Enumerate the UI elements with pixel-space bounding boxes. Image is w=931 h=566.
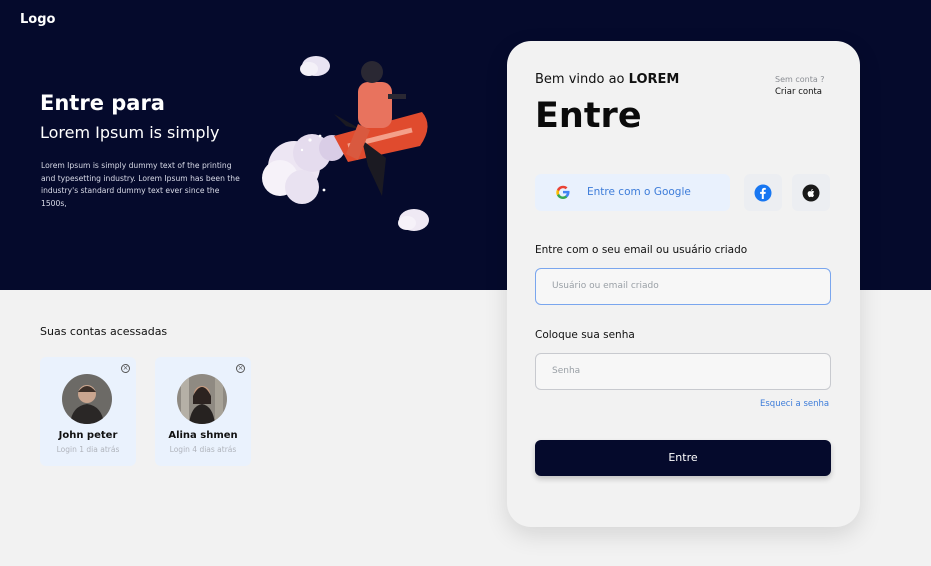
account-card[interactable]: × Alina shmen Login 4 dias atrás	[155, 357, 251, 466]
password-field-label: Coloque sua senha	[535, 329, 635, 341]
apple-login-button[interactable]	[792, 174, 830, 211]
user-field-label: Entre com o seu email ou usuário criado	[535, 244, 748, 256]
hero-title: Entre para	[40, 91, 165, 115]
signup-link[interactable]: Criar conta	[775, 87, 822, 97]
logo[interactable]: Logo	[20, 12, 55, 27]
account-card[interactable]: × John peter Login 1 dia atrás	[40, 357, 136, 466]
account-name: John peter	[58, 430, 118, 441]
close-icon[interactable]: ×	[236, 364, 245, 373]
hero-description: Lorem Ipsum is simply dummy text of the …	[41, 161, 240, 208]
avatar	[62, 374, 112, 424]
avatar	[177, 374, 227, 424]
forgot-password-link[interactable]: Esqueci a senha	[760, 399, 829, 409]
user-input[interactable]: Usuário ou email criado	[535, 268, 831, 305]
close-icon[interactable]: ×	[121, 364, 130, 373]
no-account-text: Sem conta ?	[775, 75, 825, 84]
account-last-login: Login 1 dia atrás	[56, 445, 120, 454]
accounts-title: Suas contas acessadas	[40, 325, 168, 338]
apple-icon	[802, 184, 820, 202]
welcome-prefix: Bem vindo ao	[535, 72, 629, 87]
hero-subtitle: Lorem Ipsum is simply	[40, 123, 220, 142]
google-icon	[556, 185, 570, 199]
submit-button[interactable]: Entre	[535, 440, 831, 476]
login-title: Entre	[535, 96, 642, 136]
account-name: Alina shmen	[168, 430, 238, 441]
login-panel: Bem vindo ao LOREM Entre Sem conta ? Cri…	[507, 41, 860, 527]
google-login-button[interactable]: Entre com o Google	[535, 174, 730, 211]
account-last-login: Login 4 dias atrás	[169, 445, 237, 454]
facebook-login-button[interactable]	[744, 174, 782, 211]
welcome-text: Bem vindo ao LOREM	[535, 72, 679, 87]
welcome-brand: LOREM	[628, 72, 680, 87]
facebook-icon	[754, 184, 772, 202]
rocket-illustration	[262, 56, 429, 231]
password-input[interactable]: Senha	[535, 353, 831, 390]
google-login-label: Entre com o Google	[587, 186, 691, 198]
